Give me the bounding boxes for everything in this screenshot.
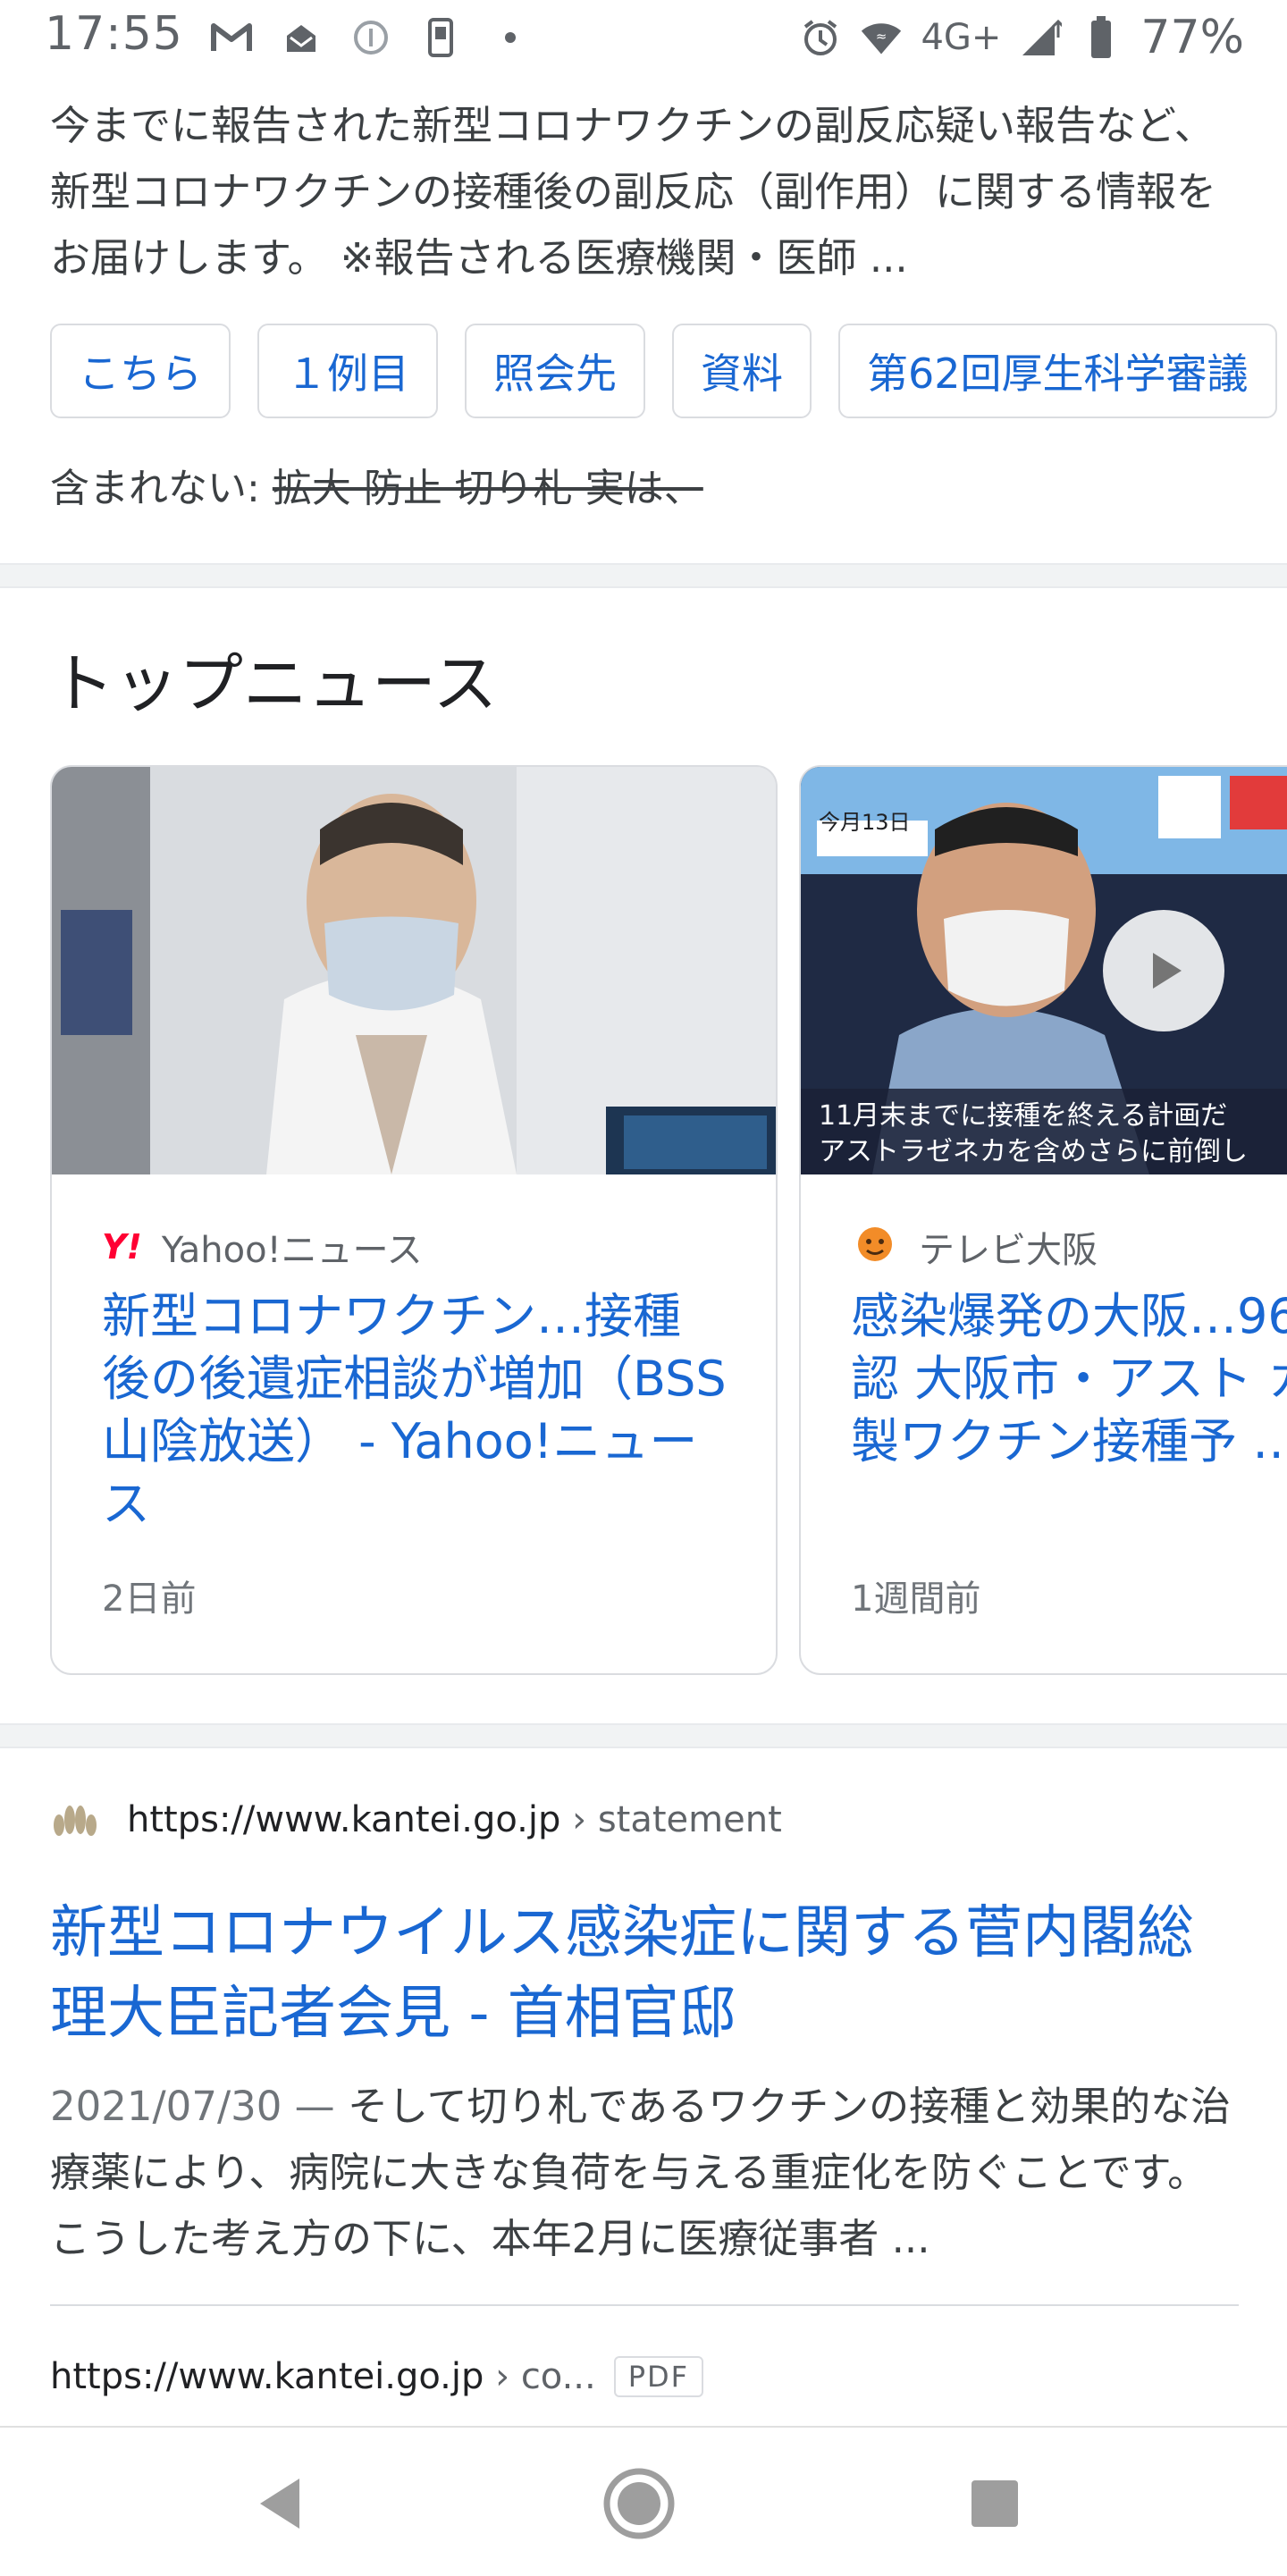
battery-percent: 77%	[1140, 11, 1244, 64]
chip-materials[interactable]: 資料	[672, 324, 812, 418]
news-thumbnail: 今月13日 11月末までに接種を終える計画だ アストラゼネカを含めさらに前倒し	[801, 767, 1287, 1174]
url-host: https://www.kantei.go.jp	[127, 1799, 561, 1840]
result-divider	[50, 2304, 1239, 2306]
gmail-icon	[210, 16, 253, 59]
recents-icon	[972, 2480, 1018, 2527]
wifi-icon: ≈	[860, 16, 903, 59]
phone-icon	[419, 16, 462, 59]
result-site[interactable]: https://www.kantei.go.jp › co... PDF	[50, 2356, 704, 2397]
yahoo-logo-icon: Y!	[102, 1227, 142, 1267]
alarm-icon	[799, 16, 842, 59]
news-title[interactable]: 新型コロナワクチン…接種後の後遺症相談が増加（BSS山陰放送） - Yahoo!…	[102, 1285, 728, 1536]
result-site[interactable]: https://www.kantei.go.jp › statement	[50, 1798, 782, 1841]
result-url: https://www.kantei.go.jp › statement	[127, 1799, 782, 1840]
news-age: 2日前	[102, 1578, 197, 1620]
result-snippet: 2021/07/30 — そして切り札であるワクチンの接種と効果的な治療薬により…	[50, 2074, 1248, 2272]
section-divider	[0, 563, 1287, 588]
news-source: テレビ大阪	[851, 1221, 1098, 1273]
navigation-bar	[0, 2426, 1287, 2576]
missing-terms: 含まれない: 拡大 防止 切り札 実は、	[50, 456, 703, 513]
section-divider	[0, 1723, 1287, 1748]
news-card[interactable]: 今月13日 11月末までに接種を終える計画だ アストラゼネカを含めさらに前倒し …	[799, 765, 1287, 1675]
top-news-heading: トップニュース	[50, 646, 498, 721]
battery-icon	[1080, 16, 1123, 59]
recents-button[interactable]	[955, 2463, 1035, 2544]
mail-notification-icon	[280, 16, 323, 59]
status-bar: 17:55 ≈ 4G+ 77%	[0, 0, 1287, 79]
back-icon	[260, 2479, 299, 2529]
svg-text:≈: ≈	[876, 29, 887, 45]
news-card[interactable]: Y! Yahoo!ニュース 新型コロナワクチン…接種後の後遺症相談が増加（BSS…	[50, 765, 778, 1675]
home-button[interactable]	[599, 2463, 679, 2544]
dot-icon	[489, 16, 532, 59]
chip-council[interactable]: 第62回厚生科学審議	[838, 324, 1277, 418]
url-path: › co...	[484, 2356, 596, 2397]
result-snippet: 今までに報告された新型コロナワクチンの副反応疑い報告など、新型コロナワクチンの接…	[50, 102, 1217, 282]
caption-line-2: アストラゼネカを含めさらに前倒し	[819, 1136, 1248, 1167]
result-url: https://www.kantei.go.jp › co...	[50, 2356, 596, 2397]
play-video-button[interactable]	[1103, 910, 1224, 1031]
network-type: 4G+	[921, 17, 1002, 58]
kantei-favicon-icon	[50, 1798, 100, 1841]
result-title-link[interactable]: 新型コロナウイルス感染症に関する菅内閣総理大臣記者会見 - 首相官邸	[50, 1893, 1248, 2054]
system-icons: ≈ 4G+ 77%	[799, 11, 1244, 64]
missing-label: 含まれない:	[50, 466, 260, 511]
play-icon	[1153, 953, 1182, 989]
url-path: › statement	[560, 1799, 782, 1840]
chip-kochira[interactable]: こちら	[50, 324, 231, 418]
home-icon	[603, 2468, 675, 2539]
notification-icons	[210, 16, 532, 59]
caption-line-1: 11月末までに接種を終える計画だ	[819, 1100, 1227, 1132]
news-source-name: テレビ大阪	[919, 1230, 1098, 1271]
sitelink-chips: こちら １例目 照会先 資料 第62回厚生科学審議	[50, 324, 1277, 418]
signal-icon	[1019, 16, 1063, 59]
news-source-name: Yahoo!ニュース	[161, 1230, 423, 1271]
chip-first-case[interactable]: １例目	[257, 324, 438, 418]
result-date: 2021/07/30	[50, 2083, 282, 2130]
news-title[interactable]: 感染爆発の大阪…96確認 大阪市・アスト カ製ワクチン接種予 …	[851, 1285, 1287, 1536]
status-time: 17:55	[45, 7, 183, 61]
news-age: 1週間前	[851, 1578, 981, 1620]
missing-terms-list: 拡大 防止 切り札 実は、	[272, 466, 703, 511]
info-icon	[349, 16, 392, 59]
result-date-dash: —	[282, 2083, 348, 2130]
news-source: Y! Yahoo!ニュース	[102, 1221, 423, 1273]
pdf-badge: PDF	[613, 2356, 704, 2397]
tv-osaka-logo-icon	[851, 1222, 899, 1272]
news-thumbnail	[52, 767, 776, 1174]
back-button[interactable]	[240, 2463, 320, 2544]
url-host: https://www.kantei.go.jp	[50, 2356, 484, 2397]
caption-date: 今月13日	[819, 810, 911, 835]
chip-contact[interactable]: 照会先	[465, 324, 645, 418]
